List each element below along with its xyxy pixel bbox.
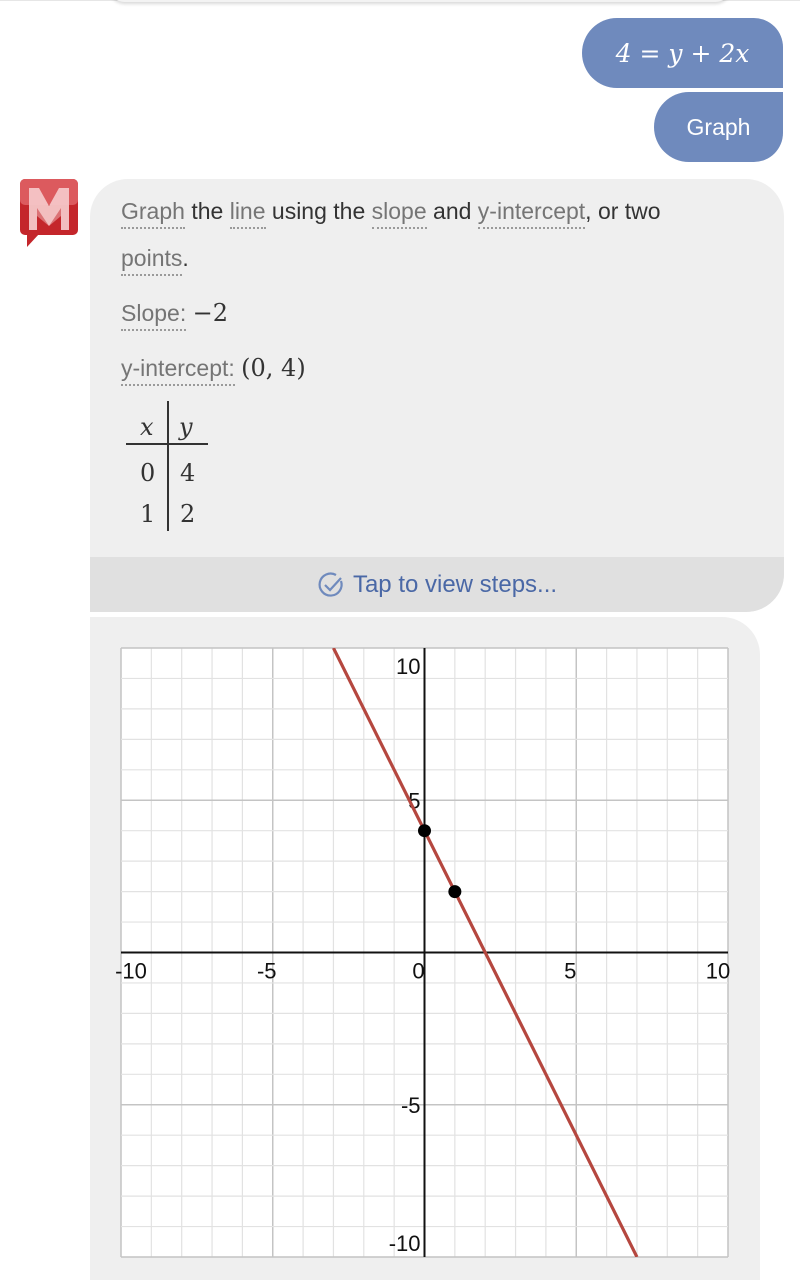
table-divider-vertical [167, 401, 169, 531]
text: and [426, 198, 478, 224]
term-slope[interactable]: slope [371, 198, 427, 229]
y-tick-label: -5 [401, 1093, 421, 1118]
text: . [182, 245, 189, 271]
intercept-line: y-intercept: (0, 4) [121, 354, 306, 386]
table-cell: 0 [140, 459, 156, 487]
slope-line: Slope: −2 [121, 299, 228, 331]
graph-card: -10 -5 0 5 10 10 5 -5 -10 [90, 617, 760, 1280]
graph-plot[interactable]: -10 -5 0 5 10105-5-10 [90, 617, 760, 1280]
slope-label[interactable]: Slope: [121, 300, 187, 331]
data-point [418, 824, 431, 838]
table-divider-horizontal [126, 443, 208, 445]
x-tick-label: 10 [706, 959, 730, 984]
view-steps-button[interactable]: Tap to view steps... [90, 557, 784, 612]
term-points[interactable]: points [121, 245, 183, 276]
term-graph[interactable]: Graph [121, 198, 185, 229]
view-steps-label: Tap to view steps... [352, 570, 558, 598]
x-tick-label: -10 [115, 959, 147, 984]
data-point [448, 885, 462, 899]
intercept-value: (0, 4) [241, 354, 306, 382]
term-y-intercept[interactable]: y-intercept [477, 198, 586, 229]
intercept-label[interactable]: y-intercept: [121, 355, 235, 386]
table-cell: 1 [140, 500, 156, 528]
slope-value: −2 [192, 299, 228, 327]
y-tick-label: 10 [396, 654, 420, 679]
table-cell: 2 [180, 500, 196, 528]
instruction-line-1: Graph the line using the slope and y-int… [121, 198, 661, 229]
x-tick-label: 5 [564, 959, 576, 984]
input-bar-edge [110, 0, 730, 2]
mathway-logo-icon [19, 178, 79, 248]
answer-card: Graph the line using the slope and y-int… [90, 179, 784, 612]
xy-table: x y 0 4 1 2 [126, 401, 216, 536]
term-line[interactable]: line [229, 198, 266, 229]
instruction-line-2: points. [121, 245, 189, 276]
text: the [184, 198, 230, 224]
x-tick-label: 0 [412, 959, 424, 984]
graph-action-bubble[interactable]: Graph [654, 92, 783, 162]
table-header-x: x [140, 413, 154, 441]
text: using the [265, 198, 372, 224]
check-circle-icon [318, 571, 343, 597]
table-cell: 4 [180, 459, 196, 487]
user-equation-bubble[interactable]: 4 = y + 2x [582, 18, 783, 88]
y-tick-label: -10 [389, 1231, 421, 1256]
text: , or two [585, 198, 661, 224]
x-tick-label: -5 [257, 959, 277, 984]
table-header-y: y [179, 413, 193, 441]
